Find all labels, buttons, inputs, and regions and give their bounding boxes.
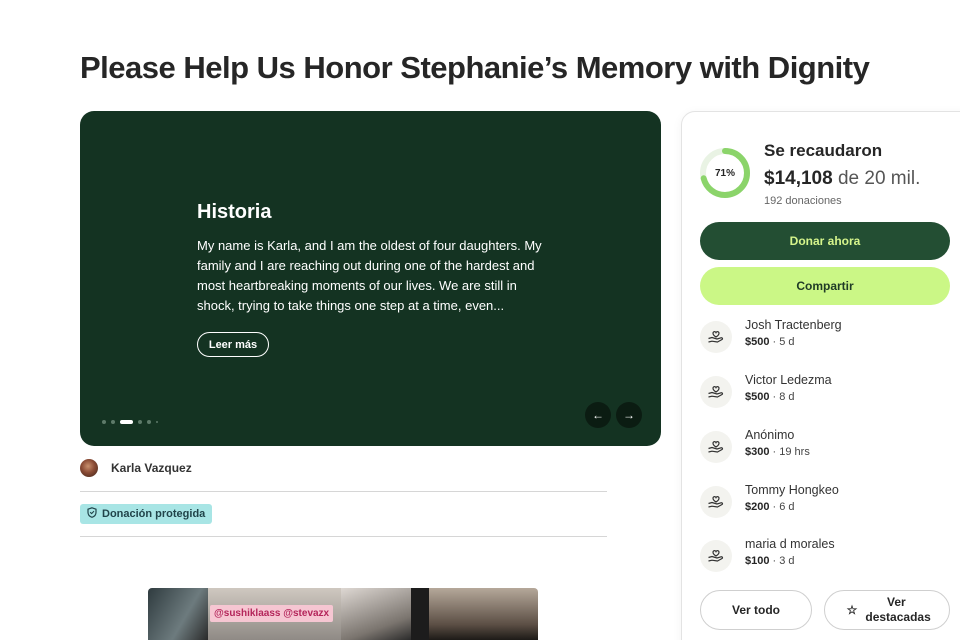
donor-time: · 19 hrs — [769, 446, 810, 458]
donor-item: Anónimo $300 · 19 hrs — [700, 427, 950, 467]
donor-time: · 5 d — [769, 336, 795, 348]
story-text: My name is Karla, and I am the oldest of… — [197, 238, 542, 313]
donor-time: · 8 d — [769, 391, 795, 403]
organizer[interactable]: Karla Vazquez — [80, 459, 192, 477]
shield-icon — [87, 507, 97, 521]
see-all-button[interactable]: Ver todo — [700, 590, 812, 630]
see-top-button[interactable]: ☆ Ver destacadas — [824, 590, 950, 630]
donate-button[interactable]: Donar ahora — [700, 222, 950, 260]
photo — [148, 588, 208, 640]
donor-amount: $500 — [745, 391, 770, 403]
progress-percent: 71% — [714, 167, 735, 179]
divider — [80, 491, 607, 492]
donor-meta: $100 · 3 d — [745, 555, 795, 567]
donor-amount: $300 — [745, 446, 770, 458]
share-button[interactable]: Compartir — [700, 267, 950, 305]
star-icon: ☆ — [846, 602, 858, 617]
raised-label: Se recaudaron — [764, 141, 883, 160]
avatar — [80, 459, 98, 477]
photo-collage[interactable]: @sushiklaass @stevazx — [148, 588, 538, 640]
carousel-dot[interactable] — [147, 420, 151, 424]
donor-time: · 3 d — [769, 555, 795, 567]
carousel-next-button[interactable]: → — [616, 402, 642, 428]
see-top-label: Ver destacadas — [865, 595, 931, 624]
donor-item: Josh Tractenberg $500 · 5 d — [700, 317, 950, 357]
donor-name: maria d morales — [745, 537, 835, 551]
donor-item: Tommy Hongkeo $200 · 6 d — [700, 482, 950, 522]
arrow-right-icon: → — [623, 408, 635, 422]
carousel-dot-active[interactable] — [120, 420, 133, 424]
donor-item: maria d morales $100 · 3 d — [700, 536, 950, 576]
carousel-dots — [102, 420, 158, 424]
heart-hand-icon — [700, 431, 732, 463]
carousel-dot[interactable] — [156, 421, 158, 423]
raised-amount: $14,108 — [764, 168, 833, 189]
goal-amount: de 20 mil. — [837, 168, 921, 189]
donor-name: Tommy Hongkeo — [745, 483, 839, 497]
amount-line: $14,108 de 20 mil. — [764, 168, 920, 190]
read-more-button[interactable]: Leer más — [197, 332, 269, 357]
protected-donation-badge[interactable]: Donación protegida — [80, 504, 213, 524]
donor-meta: $500 · 5 d — [745, 336, 795, 348]
donations-count: 192 donaciones — [764, 195, 842, 207]
badge-label: Donación protegida — [102, 508, 206, 520]
donor-time: · 6 d — [769, 501, 795, 513]
donor-amount: $100 — [745, 555, 770, 567]
carousel-prev-button[interactable]: ← — [585, 402, 611, 428]
arrow-left-icon: ← — [592, 408, 604, 422]
carousel-dot[interactable] — [102, 420, 106, 424]
donor-meta: $300 · 19 hrs — [745, 446, 810, 458]
carousel-dot[interactable] — [111, 420, 115, 424]
photo — [411, 588, 429, 640]
heart-hand-icon — [700, 376, 732, 408]
page-title: Please Help Us Honor Stephanie’s Memory … — [80, 50, 870, 85]
heart-hand-icon — [700, 540, 732, 572]
donor-amount: $500 — [745, 336, 770, 348]
donor-meta: $200 · 6 d — [745, 501, 795, 513]
donor-item: Victor Ledezma $500 · 8 d — [700, 372, 950, 412]
divider — [80, 536, 607, 537]
donor-name: Josh Tractenberg — [745, 318, 842, 332]
photo-tag: @sushiklaass @stevazx — [210, 605, 334, 622]
photo — [429, 588, 538, 640]
carousel-dot[interactable] — [138, 420, 142, 424]
heart-hand-icon — [700, 486, 732, 518]
photo — [341, 588, 411, 640]
donor-amount: $200 — [745, 501, 770, 513]
donor-name: Anónimo — [745, 428, 795, 442]
donor-name: Victor Ledezma — [745, 373, 832, 387]
donor-meta: $500 · 8 d — [745, 391, 795, 403]
heart-hand-icon — [700, 321, 732, 353]
story-card: Historia My name is Karla, and I am the … — [80, 111, 661, 446]
story-heading: Historia — [197, 201, 272, 223]
organizer-name: Karla Vazquez — [111, 461, 192, 475]
